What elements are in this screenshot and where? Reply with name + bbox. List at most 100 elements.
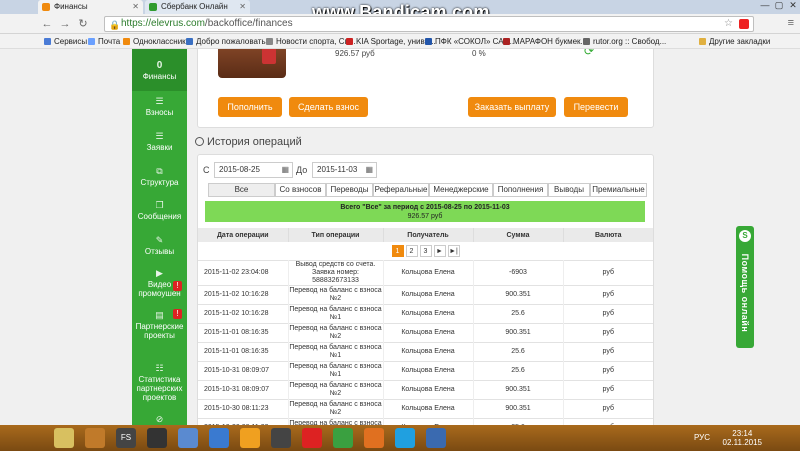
page-button[interactable]: 1 — [391, 244, 404, 257]
table-header-row: Дата операции Тип операции Получатель Су… — [198, 228, 653, 242]
cell-currency: руб — [563, 360, 653, 380]
bookmark-item[interactable]: Почта — [88, 36, 120, 47]
bookmark-item[interactable]: KIA Sportage, униве... — [346, 36, 436, 47]
bookmark-item[interactable]: Сервисы — [44, 36, 87, 47]
filter-tab-manager[interactable]: Менеджерские — [429, 183, 493, 197]
sitemap-icon: ⧉ — [156, 166, 163, 176]
sidebar-item-label: Отзывы — [144, 247, 175, 256]
column-header[interactable]: Тип операции — [288, 228, 384, 242]
chrome-icon[interactable] — [333, 428, 353, 448]
column-header[interactable]: Дата операции — [198, 228, 289, 242]
close-icon[interactable]: ✕ — [132, 0, 139, 14]
refresh-icon[interactable]: ⟳ — [584, 49, 596, 57]
payout-button[interactable]: Заказать выплату — [468, 97, 556, 117]
cell-recipient: Кольцова Елена — [383, 417, 474, 425]
star-icon[interactable]: ☆ — [724, 17, 733, 31]
sidebar-item-video-promo[interactable]: ▶ Видео промоушен ! — [132, 269, 187, 298]
film-icon[interactable] — [271, 428, 291, 448]
cell-recipient: Кольцова Елена — [383, 259, 474, 285]
tab-finances[interactable]: Финансы ✕ — [38, 0, 143, 14]
filter-tab-transfers[interactable]: Переводы — [326, 183, 373, 197]
filter-tab-referral[interactable]: Реферальные — [373, 183, 429, 197]
history-heading: История операций — [195, 136, 302, 148]
to-label: До — [296, 165, 308, 175]
minimize-icon[interactable]: — — [758, 0, 772, 12]
sidebar-item-messages[interactable]: ❐ Сообщения — [132, 201, 187, 222]
filter-tab-topups[interactable]: Пополнения — [493, 183, 548, 197]
extension-icon[interactable] — [739, 19, 749, 29]
mail-icon — [88, 38, 95, 45]
back-icon[interactable]: ← — [40, 17, 54, 31]
list-icon: ☰ — [155, 131, 164, 141]
column-header[interactable]: Сумма — [473, 228, 564, 242]
filter-tab-all[interactable]: Все — [208, 183, 275, 197]
date-from-input[interactable]: 2015-08-25 ▦ — [214, 162, 293, 178]
ok-icon — [123, 38, 130, 45]
bookmark-item[interactable]: Новости спорта, Сп... — [266, 36, 356, 47]
sidebar-item-contributions[interactable]: ☰ Взносы — [132, 97, 187, 118]
date-to-input[interactable]: 2015-11-03 ▦ — [312, 162, 377, 178]
table-row: 2015-10-31 08:09:07 Перевод на баланс с в… — [198, 379, 653, 399]
system-clock[interactable]: 23:14 02.11.2015 — [723, 429, 762, 447]
sidebar-item-settings[interactable]: ⊘ — [132, 415, 187, 425]
orange-icon[interactable] — [240, 428, 260, 448]
calendar-icon[interactable]: ▦ — [281, 163, 289, 177]
close-icon[interactable]: ✕ — [239, 0, 246, 14]
page-button[interactable]: 3 — [419, 244, 432, 257]
filter-tab-premium[interactable]: Премиальные — [590, 183, 647, 197]
sidebar-item-structure[interactable]: ⧉ Структура — [132, 166, 187, 188]
media-icon[interactable] — [85, 428, 105, 448]
volume-icon[interactable] — [178, 428, 198, 448]
bookmark-item[interactable]: МАРАФОН букмек... — [503, 36, 587, 47]
firefox-icon[interactable] — [364, 428, 384, 448]
calendar-icon[interactable]: ▦ — [365, 163, 373, 177]
bookmark-item[interactable]: Одноклассники — [123, 36, 190, 47]
marathon-icon — [503, 38, 510, 45]
cell-recipient: Кольцова Елена — [383, 398, 474, 418]
yandex-icon[interactable] — [302, 428, 322, 448]
url-path: /backoffice/finances — [204, 18, 293, 29]
bookmark-item[interactable]: rutor.org :: Свобод... — [583, 36, 666, 47]
address-bar[interactable]: 🔒 https://elevrus.com/backoffice/finance… — [104, 16, 754, 32]
filter-tab-withdrawals[interactable]: Выводы — [548, 183, 590, 197]
skype-icon[interactable] — [395, 428, 415, 448]
cell-type: Вывод средств со счета. Заявка номер: 58… — [288, 259, 384, 285]
language-indicator[interactable]: РУС — [694, 433, 710, 442]
reload-icon[interactable]: ↻ — [76, 17, 90, 31]
sidebar-item-finances[interactable]: 0 Финансы — [132, 49, 187, 91]
cell-date: 2015-11-01 08:16:35 — [198, 341, 289, 361]
filter-tab-contributions[interactable]: Со взносов — [275, 183, 326, 197]
bookmark-item[interactable]: ПФК «СОКОЛ» САР... — [425, 36, 514, 47]
column-header[interactable]: Получатель — [383, 228, 474, 242]
cell-type: Перевод на баланс с взноса №1 — [288, 360, 384, 380]
transfer-button[interactable]: Перевести — [564, 97, 628, 117]
last-page-button[interactable]: ►| — [447, 244, 460, 257]
page-button[interactable]: 2 — [405, 244, 418, 257]
sidebar-item-reviews[interactable]: ✎ Отзывы — [132, 236, 187, 257]
table-row: 2015-11-02 10:16:28 Перевод на баланс с в… — [198, 284, 653, 304]
clock-icon — [195, 137, 204, 146]
tab-sberbank[interactable]: Сбербанк Онлайн ✕ — [145, 0, 250, 14]
fs-icon[interactable]: FS — [116, 428, 136, 448]
sidebar-item-requests[interactable]: ☰ Заявки — [132, 131, 187, 153]
bookmark-item[interactable]: Добро пожаловать... — [186, 36, 272, 47]
sidebar-item-partner-stats[interactable]: ☷ Статистика партнерских проектов — [132, 364, 187, 403]
sidebar-item-partner-projects[interactable]: ▤ Партнерские проекты ! — [132, 309, 187, 340]
next-page-button[interactable]: ► — [433, 244, 446, 257]
close-window-icon[interactable]: ✕ — [786, 0, 800, 12]
column-header[interactable]: Валюта — [563, 228, 653, 242]
topup-button[interactable]: Пополнить — [218, 97, 282, 117]
menu-icon[interactable]: ≡ — [788, 17, 794, 29]
bookmark-item[interactable]: Другие закладки — [699, 36, 770, 47]
forward-icon[interactable]: → — [58, 17, 72, 31]
ie-icon[interactable] — [209, 428, 229, 448]
cell-recipient: Кольцова Елена — [383, 379, 474, 399]
screen-icon[interactable] — [426, 428, 446, 448]
explorer-icon[interactable] — [54, 428, 74, 448]
speaker-icon[interactable] — [147, 428, 167, 448]
deposit-button[interactable]: Сделать взнос — [289, 97, 368, 117]
sidebar-item-label: Взносы — [145, 108, 174, 117]
maximize-icon[interactable]: ▢ — [772, 0, 786, 12]
cell-recipient: Кольцова Елена — [383, 303, 474, 323]
help-online-widget[interactable]: S Помощь онлайн — [736, 226, 754, 348]
